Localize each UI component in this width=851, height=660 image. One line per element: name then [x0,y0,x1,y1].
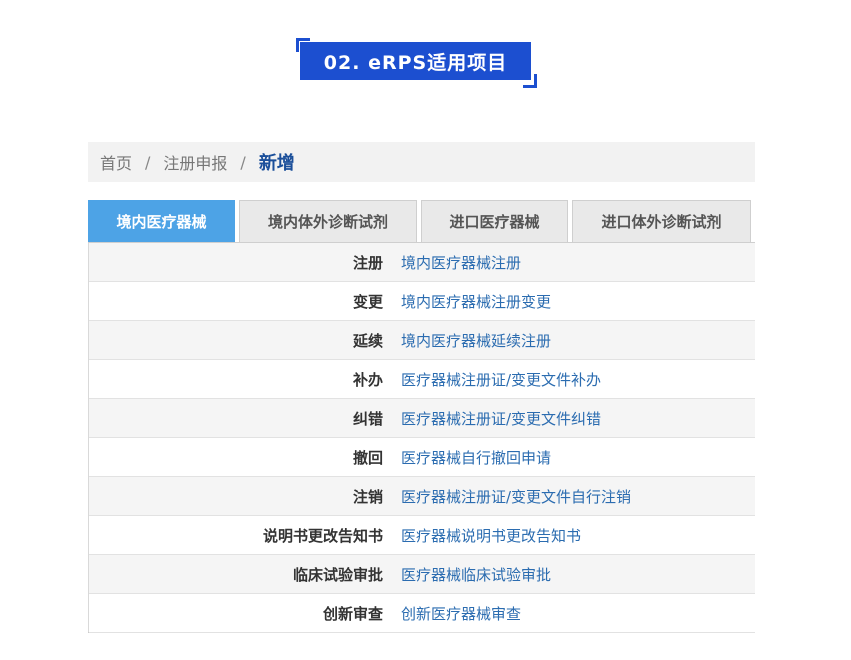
table-row: 创新审查 创新医疗器械审查 [89,594,755,633]
table-row: 注册 境内医疗器械注册 [89,243,755,282]
row-item-link[interactable]: 医疗器械说明书更改告知书 [383,525,581,546]
breadcrumb: 首页 / 注册申报 / 新增 [88,142,755,182]
table-row: 纠错 医疗器械注册证/变更文件纠错 [89,399,755,438]
row-item-link[interactable]: 境内医疗器械注册变更 [383,291,551,312]
application-type-table: 注册 境内医疗器械注册 变更 境内医疗器械注册变更 延续 境内医疗器械延续注册 … [88,243,755,633]
breadcrumb-separator: / [240,152,246,172]
row-type-label: 撤回 [352,448,383,467]
corner-decoration-bottom-right [523,74,537,88]
section-title: 02. eRPS适用项目 [296,38,537,88]
section-title-text: 02. eRPS适用项目 [300,42,531,80]
row-type-label: 说明书更改告知书 [262,526,383,545]
row-item-link[interactable]: 创新医疗器械审查 [383,603,521,624]
row-type-label: 延续 [352,331,383,350]
table-row: 临床试验审批 医疗器械临床试验审批 [89,555,755,594]
table-row: 撤回 医疗器械自行撤回申请 [89,438,755,477]
row-item-link[interactable]: 医疗器械注册证/变更文件自行注销 [383,486,631,507]
table-row: 补办 医疗器械注册证/变更文件补办 [89,360,755,399]
row-type-label: 创新审查 [322,604,383,623]
table-row: 说明书更改告知书 医疗器械说明书更改告知书 [89,516,755,555]
row-item-link[interactable]: 医疗器械临床试验审批 [383,564,551,585]
category-tabs: 境内医疗器械 境内体外诊断试剂 进口医疗器械 进口体外诊断试剂 [88,200,755,243]
table-row: 变更 境内医疗器械注册变更 [89,282,755,321]
row-item-link[interactable]: 医疗器械自行撤回申请 [383,447,551,468]
breadcrumb-separator: / [145,152,151,172]
row-item-link[interactable]: 境内医疗器械延续注册 [383,330,551,351]
row-type-label: 注册 [352,253,383,272]
table-row: 延续 境内医疗器械延续注册 [89,321,755,360]
breadcrumb-registration[interactable]: 注册申报 [163,150,227,174]
tab-domestic-ivd[interactable]: 境内体外诊断试剂 [239,200,417,243]
row-item-link[interactable]: 医疗器械注册证/变更文件纠错 [383,408,601,429]
row-type-label: 临床试验审批 [292,565,383,584]
tab-domestic-device[interactable]: 境内医疗器械 [88,200,235,243]
row-item-link[interactable]: 境内医疗器械注册 [383,252,521,273]
row-type-label: 注销 [352,487,383,506]
tab-imported-device[interactable]: 进口医疗器械 [421,200,568,243]
row-type-label: 变更 [352,292,383,311]
row-type-label: 补办 [352,370,383,389]
tab-imported-ivd[interactable]: 进口体外诊断试剂 [572,200,751,243]
row-type-label: 纠错 [352,409,383,428]
table-row: 注销 医疗器械注册证/变更文件自行注销 [89,477,755,516]
breadcrumb-home[interactable]: 首页 [100,150,132,174]
row-item-link[interactable]: 医疗器械注册证/变更文件补办 [383,369,601,390]
breadcrumb-current: 新增 [258,153,295,174]
